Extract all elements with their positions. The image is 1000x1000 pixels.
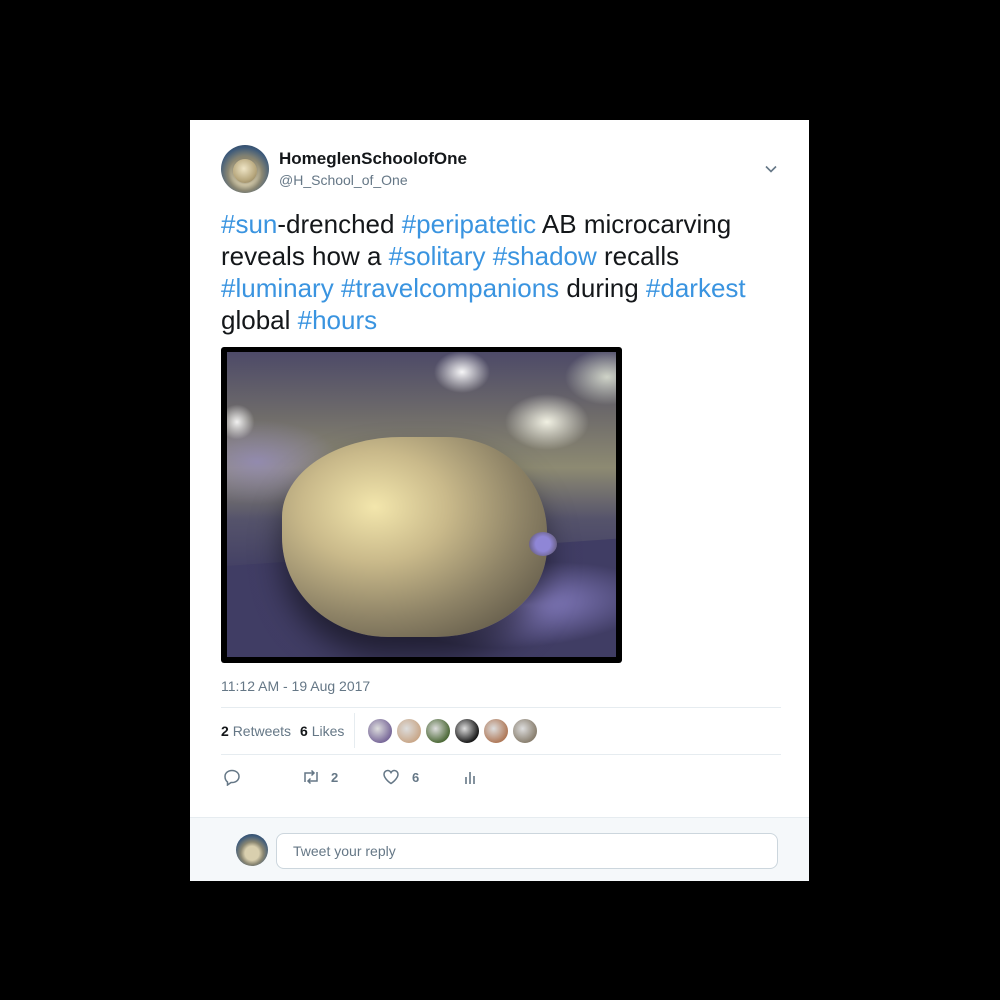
hashtag-link[interactable]: #solitary — [389, 241, 486, 271]
tweet-card: HomeglenSchoolofOne @H_School_of_One #su… — [190, 120, 809, 881]
retweet-count: 2 — [331, 769, 339, 785]
like-count: 6 — [412, 769, 420, 785]
hashtag-link[interactable]: #peripatetic — [402, 209, 536, 239]
heart-icon — [382, 768, 400, 786]
tweet-text-segment — [485, 241, 492, 271]
tweet-photo[interactable] — [221, 347, 622, 663]
hashtag-link[interactable]: #travelcompanions — [341, 273, 559, 303]
hashtag-link[interactable]: #hours — [298, 305, 378, 335]
hashtag-link[interactable]: #luminary — [221, 273, 334, 303]
reply-icon — [223, 768, 241, 786]
divider — [354, 713, 355, 748]
retweet-icon — [301, 768, 321, 786]
retweets-count: 2 — [221, 723, 229, 739]
likes-label: Likes — [311, 723, 345, 739]
tweet-stats: 2 Retweets 6 Likes — [221, 707, 781, 754]
hashtag-link[interactable]: #shadow — [493, 241, 597, 271]
liker-avatar-4[interactable] — [454, 718, 480, 744]
photo-image — [227, 352, 616, 657]
tweet-text-segment: global — [221, 305, 298, 335]
tweet-text-segment: during — [559, 273, 646, 303]
reply-button[interactable] — [223, 766, 241, 788]
liker-avatar-3[interactable] — [425, 718, 451, 744]
current-user-avatar[interactable] — [236, 834, 268, 866]
hashtag-link[interactable]: #sun — [221, 209, 277, 239]
likes-count: 6 — [300, 723, 308, 739]
analytics-button[interactable] — [463, 766, 479, 788]
tweet-text-segment — [334, 273, 341, 303]
liker-avatar-6[interactable] — [512, 718, 538, 744]
analytics-icon — [463, 768, 479, 786]
liker-avatar-2[interactable] — [396, 718, 422, 744]
reply-bar — [190, 817, 809, 881]
liker-avatar-1[interactable] — [367, 718, 393, 744]
divider — [221, 754, 781, 755]
hashtag-link[interactable]: #darkest — [646, 273, 746, 303]
author-handle[interactable]: @H_School_of_One — [279, 172, 408, 188]
reply-input[interactable] — [276, 833, 778, 869]
tweet-timestamp[interactable]: 11:12 AM - 19 Aug 2017 — [221, 678, 370, 694]
tweet-text-segment: recalls — [596, 241, 680, 271]
likes-stat[interactable]: 6 Likes — [300, 723, 344, 739]
chevron-down-icon[interactable] — [764, 162, 778, 176]
tweet-actions: 2 6 — [221, 762, 781, 792]
retweet-button[interactable]: 2 — [301, 766, 338, 788]
author-avatar[interactable] — [221, 145, 269, 193]
like-button[interactable]: 6 — [382, 766, 419, 788]
tweet-text: #sun-drenched #peripatetic AB microcarvi… — [221, 208, 786, 336]
liker-avatar-5[interactable] — [483, 718, 509, 744]
author-display-name[interactable]: HomeglenSchoolofOne — [279, 149, 467, 169]
tweet-text-segment: -drenched — [277, 209, 402, 239]
retweets-stat[interactable]: 2 Retweets — [221, 723, 291, 739]
retweets-label: Retweets — [232, 723, 292, 739]
